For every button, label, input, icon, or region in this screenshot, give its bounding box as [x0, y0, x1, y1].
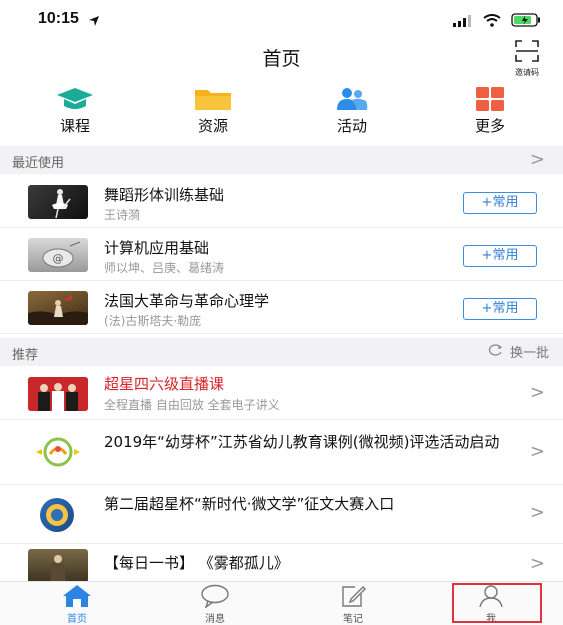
recent-item[interactable]: 舞蹈形体训练基础 王诗漪 +常用 [0, 176, 563, 228]
recommend-item-tags: 全程直播 自由回放 全套电子讲义 [104, 398, 280, 412]
tab-label: 笔记 [343, 614, 363, 625]
course-thumbnail: @ [28, 238, 88, 272]
event-logo-thumbnail [28, 435, 88, 469]
scan-icon [515, 40, 539, 66]
people-icon [307, 86, 397, 112]
recent-item-title: 法国大革命与革命心理学 [104, 292, 270, 310]
recent-item-subtitle: 师以坤、吕庚、葛绪涛 [104, 261, 225, 275]
invite-code-button[interactable]: 邀请码 [507, 40, 547, 78]
quick-action-more[interactable]: 更多 [445, 86, 535, 136]
chevron-right-icon: > [529, 502, 545, 523]
recommend-item[interactable]: 超星四六级直播课 全程直播 自由回放 全套电子讲义 > [0, 366, 563, 420]
recommend-item[interactable]: 【每日一书】 《雾都孤儿》 > [0, 545, 563, 583]
location-arrow-icon [88, 12, 100, 31]
add-favorite-button[interactable]: +常用 [463, 298, 537, 320]
recent-item[interactable]: 法国大革命与革命心理学 (法)古斯塔夫·勒庞 +常用 [0, 282, 563, 334]
recommend-section-header: 推荐 换一批 [0, 338, 563, 366]
tab-label: 消息 [205, 614, 225, 625]
quick-actions: 课程 资源 活动 更多 [0, 86, 563, 142]
navigation-bar: 首页 邀请码 [0, 36, 563, 78]
recent-item-title: 计算机应用基础 [104, 239, 210, 257]
recent-item[interactable]: @ 计算机应用基础 师以坤、吕庚、葛绪涛 +常用 [0, 229, 563, 281]
add-favorite-button[interactable]: +常用 [463, 192, 537, 214]
recent-item-title: 舞蹈形体训练基础 [104, 186, 225, 204]
refresh-batch-button[interactable]: 换一批 [488, 342, 549, 361]
quick-action-label: 活动 [336, 117, 367, 135]
folder-icon [168, 86, 258, 112]
grid-icon [445, 86, 535, 112]
invite-code-label: 邀请码 [515, 68, 539, 77]
promo-thumbnail [28, 377, 88, 411]
quick-action-label: 资源 [197, 117, 228, 135]
course-thumbnail [28, 185, 88, 219]
refresh-icon [488, 343, 504, 361]
recommend-item-title: 2019年“幼芽杯”江苏省幼儿教育课例(微视频)评选活动启动 [104, 433, 500, 451]
quick-action-activities[interactable]: 活动 [307, 86, 397, 136]
quick-action-label: 课程 [59, 117, 90, 135]
recommend-section-title: 推荐 [12, 348, 39, 363]
graduation-cap-icon [30, 86, 120, 112]
recommend-item[interactable]: 第二届超星杯“新时代·微文学”征文大赛入口 > [0, 486, 563, 544]
home-icon [42, 584, 112, 608]
status-bar: 10:15 [0, 0, 563, 36]
chat-bubble-icon [180, 584, 250, 608]
signal-icon [453, 12, 473, 31]
recommend-item-title: 超星四六级直播课 [104, 375, 225, 393]
refresh-label: 换一批 [509, 346, 549, 361]
tab-label: 首页 [67, 614, 87, 625]
tab-home[interactable]: 首页 [42, 584, 112, 625]
tab-notes[interactable]: 笔记 [318, 584, 388, 625]
quick-action-courses[interactable]: 课程 [30, 86, 120, 136]
book-thumbnail [28, 549, 88, 583]
quick-action-resources[interactable]: 资源 [168, 86, 258, 136]
highlight-annotation [452, 583, 542, 623]
wifi-icon [483, 12, 501, 31]
tab-messages[interactable]: 消息 [180, 584, 250, 625]
recent-item-subtitle: 王诗漪 [104, 208, 141, 222]
note-edit-icon [318, 584, 388, 608]
recent-item-subtitle: (法)古斯塔夫·勒庞 [104, 314, 202, 328]
recommend-item-title: 第二届超星杯“新时代·微文学”征文大赛入口 [104, 495, 395, 513]
svg-text:@: @ [53, 252, 64, 265]
recent-section-header[interactable]: 最近使用 > [0, 146, 563, 174]
battery-icon [511, 12, 541, 31]
contest-logo-thumbnail [40, 498, 74, 532]
add-favorite-button[interactable]: +常用 [463, 245, 537, 267]
page-title: 首页 [262, 48, 301, 70]
recommend-item-title: 【每日一书】 《雾都孤儿》 [104, 554, 289, 572]
status-time: 10:15 [38, 10, 79, 27]
chevron-right-icon: > [529, 382, 545, 403]
recent-section-title: 最近使用 [12, 156, 65, 171]
quick-action-label: 更多 [474, 117, 505, 135]
course-thumbnail [28, 291, 88, 325]
recommend-item[interactable]: 2019年“幼芽杯”江苏省幼儿教育课例(微视频)评选活动启动 > [0, 421, 563, 485]
chevron-right-icon: > [529, 441, 545, 462]
chevron-right-icon: > [529, 149, 545, 170]
chevron-right-icon: > [529, 553, 545, 574]
